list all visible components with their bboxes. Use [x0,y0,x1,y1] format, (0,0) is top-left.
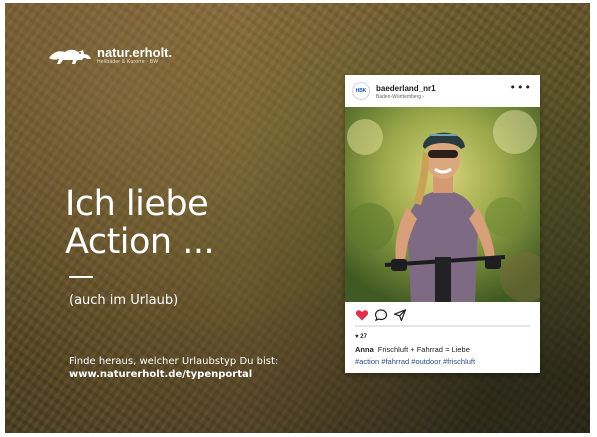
post-actions [345,308,540,322]
cyclist-photo [345,107,540,302]
avatar-mark: HBK [355,88,367,94]
account-avatar[interactable]: HBK [352,82,370,100]
post-hashtags[interactable]: #action #fahrrad #outdoor #frischluft [355,357,475,366]
caption-text: Frischluft + Fahrrad = Liebe [377,345,470,354]
caption-author[interactable]: Anna [355,345,374,354]
heart-icon[interactable] [355,308,369,322]
headline-line-1: Ich liebe [65,184,209,224]
headline-line-2: Action ... [65,222,215,262]
brand-logo: natur.erholt. Heilbäder & Kurorte · BW [47,46,172,66]
lion-logo-icon [49,49,91,64]
cta-text: Finde heraus, welcher Urlaubstyp Du bist… [69,356,279,367]
post-username[interactable]: baederland_nr1 [376,84,436,93]
call-to-action: Finde heraus, welcher Urlaubstyp Du bist… [69,355,278,381]
carousel-progress-bar [355,325,530,327]
post-photo [345,107,540,302]
more-options-icon[interactable]: ••• [510,81,532,94]
poster-background: natur.erholt. Heilbäder & Kurorte · BW I… [5,3,590,433]
like-count[interactable]: ♥ 27 [355,334,367,340]
share-icon[interactable] [393,308,407,322]
post-header: HBK baederland_nr1 Baden-Württemberg › •… [345,75,540,107]
subline: (auch im Urlaub) [69,293,179,308]
post-caption: Anna Frischluft + Fahrrad = Liebe [355,345,470,354]
divider [69,276,93,278]
instagram-post-card: HBK baederland_nr1 Baden-Württemberg › •… [345,75,540,373]
cta-url-link[interactable]: www.naturerholt.de/typenportal [69,368,278,381]
brand-name: natur.erholt. [97,45,173,60]
comment-icon[interactable] [374,308,388,322]
brand-tagline: Heilbäder & Kurorte · BW [97,59,159,65]
post-location[interactable]: Baden-Württemberg › [376,94,424,100]
headline: Ich liebe Action ... [65,184,215,262]
